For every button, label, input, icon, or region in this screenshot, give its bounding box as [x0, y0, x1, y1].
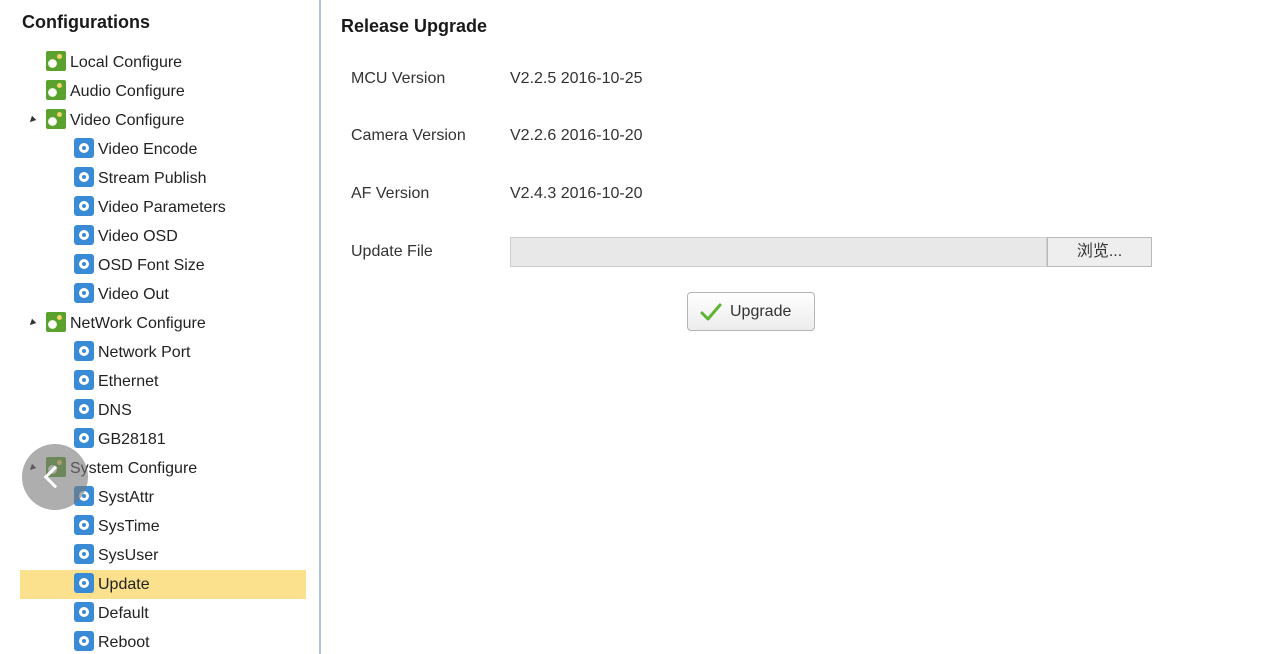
- camera-version-label: Camera Version: [351, 127, 466, 144]
- gear-icon: [74, 283, 94, 304]
- sidebar-item-label: DNS: [98, 402, 132, 420]
- af-version-label: AF Version: [351, 185, 430, 202]
- sidebar-item-label: Ethernet: [98, 373, 159, 391]
- sidebar: Configurations Local Configure Audio Conf…: [0, 0, 321, 654]
- gear-icon: [74, 370, 94, 391]
- gear-icon: [74, 138, 94, 159]
- sidebar-item-network-configure[interactable]: NetWork Configure: [0, 309, 319, 338]
- upgrade-button[interactable]: Upgrade: [687, 292, 815, 331]
- selection-highlight: [20, 570, 306, 599]
- gear-icon: [74, 341, 94, 362]
- sidebar-item-video-parameters[interactable]: Video Parameters: [0, 193, 319, 222]
- update-file-field[interactable]: [510, 237, 1047, 267]
- gear-icon: [74, 428, 94, 449]
- gear-icon: [74, 254, 94, 275]
- sidebar-item-default[interactable]: Default: [0, 599, 319, 628]
- expand-arrow-icon[interactable]: [27, 318, 37, 328]
- sidebar-item-systime[interactable]: SysTime: [0, 512, 319, 541]
- sidebar-item-label: OSD Font Size: [98, 257, 205, 275]
- sidebar-item-label: SysTime: [98, 518, 160, 536]
- sidebar-item-network-port[interactable]: Network Port: [0, 338, 319, 367]
- check-icon: [700, 303, 722, 321]
- expand-arrow-icon[interactable]: [27, 115, 37, 125]
- sidebar-item-sysuser[interactable]: SysUser: [0, 541, 319, 570]
- page: Configurations Local Configure Audio Conf…: [0, 0, 1276, 654]
- sidebar-item-video-osd[interactable]: Video OSD: [0, 222, 319, 251]
- browse-button[interactable]: 浏览...: [1047, 237, 1152, 267]
- gear-icon: [74, 399, 94, 420]
- main-panel: Release Upgrade MCU Version V2.2.5 2016-…: [321, 0, 1276, 654]
- config-tree: Local Configure Audio Configure Video Conf…: [0, 48, 319, 654]
- sidebar-item-label: Reboot: [98, 634, 150, 652]
- back-button[interactable]: [22, 444, 88, 510]
- sidebar-item-label: SysUser: [98, 547, 159, 565]
- sidebar-item-label: Stream Publish: [98, 170, 207, 188]
- sidebar-item-label: Local Configure: [70, 54, 183, 72]
- sidebar-item-label: GB28181: [98, 431, 166, 449]
- mcu-version-label: MCU Version: [351, 70, 446, 87]
- gear-group-icon: [46, 109, 66, 130]
- sidebar-item-label: Video Encode: [98, 141, 198, 159]
- sidebar-item-audio-configure[interactable]: Audio Configure: [0, 77, 319, 106]
- sidebar-item-reboot[interactable]: Reboot: [0, 628, 319, 654]
- sidebar-item-stream-publish[interactable]: Stream Publish: [0, 164, 319, 193]
- chevron-left-icon: [43, 465, 67, 489]
- gear-icon: [74, 544, 94, 565]
- mcu-version-value: V2.2.5 2016-10-25: [510, 70, 643, 87]
- sidebar-item-video-encode[interactable]: Video Encode: [0, 135, 319, 164]
- sidebar-item-update[interactable]: Update: [0, 570, 319, 599]
- gear-icon: [74, 515, 94, 536]
- gear-icon: [74, 225, 94, 246]
- sidebar-item-label: Audio Configure: [70, 83, 185, 101]
- camera-version-value: V2.2.6 2016-10-20: [510, 127, 643, 144]
- sidebar-item-label: System Configure: [70, 460, 198, 478]
- sidebar-item-label: NetWork Configure: [70, 315, 206, 333]
- sidebar-item-label: Network Port: [98, 344, 191, 362]
- upgrade-button-label: Upgrade: [730, 303, 792, 320]
- sidebar-item-label: Video OSD: [98, 228, 178, 246]
- sidebar-item-video-out[interactable]: Video Out: [0, 280, 319, 309]
- sidebar-item-label: Video Parameters: [98, 199, 226, 217]
- gear-icon: [74, 167, 94, 188]
- sidebar-item-ethernet[interactable]: Ethernet: [0, 367, 319, 396]
- gear-icon: [74, 196, 94, 217]
- sidebar-item-label: Update: [98, 576, 150, 594]
- gear-group-icon: [46, 80, 66, 101]
- sidebar-item-label: Video Configure: [70, 112, 185, 130]
- sidebar-item-label: SystAttr: [98, 489, 155, 507]
- sidebar-title: Configurations: [22, 12, 150, 32]
- sidebar-item-label: Video Out: [98, 286, 169, 304]
- gear-icon: [74, 573, 94, 594]
- gear-group-icon: [46, 51, 66, 72]
- gear-icon: [74, 631, 94, 652]
- af-version-value: V2.4.3 2016-10-20: [510, 185, 643, 202]
- sidebar-item-label: Default: [98, 605, 149, 623]
- sidebar-item-video-configure[interactable]: Video Configure: [0, 106, 319, 135]
- sidebar-item-local-configure[interactable]: Local Configure: [0, 48, 319, 77]
- page-title: Release Upgrade: [341, 16, 488, 36]
- gear-group-icon: [46, 312, 66, 333]
- sidebar-item-osd-font-size[interactable]: OSD Font Size: [0, 251, 319, 280]
- update-file-label: Update File: [351, 243, 433, 260]
- gear-icon: [74, 602, 94, 623]
- sidebar-item-dns[interactable]: DNS: [0, 396, 319, 425]
